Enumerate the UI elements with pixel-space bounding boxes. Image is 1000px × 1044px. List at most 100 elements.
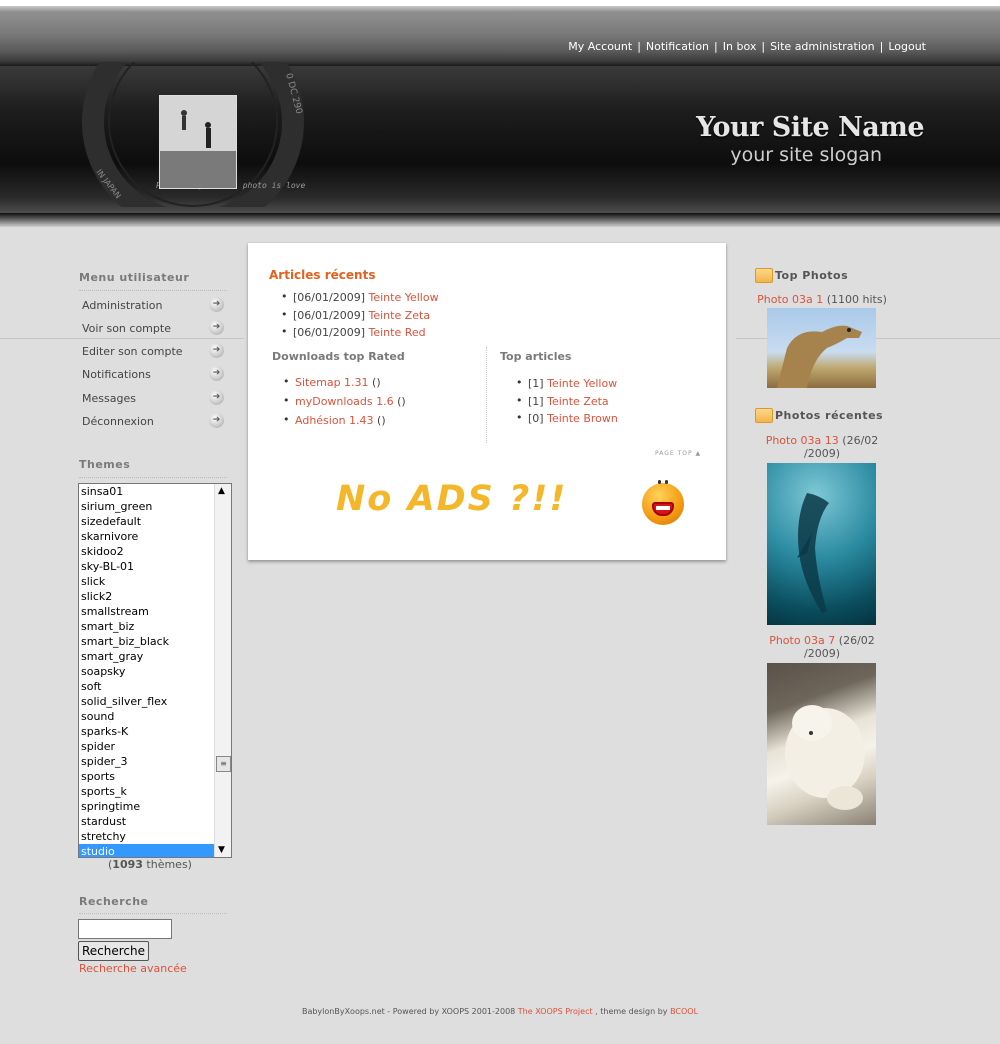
recent-articles-list: [06/01/2009] Teinte Yellow [06/01/2009] … xyxy=(279,290,439,344)
scroll-up-arrow-icon[interactable]: ▲ xyxy=(218,486,225,496)
user-menu-rule xyxy=(79,290,227,291)
theme-option[interactable]: sports xyxy=(79,769,215,784)
top-nav: My Account | Notification | In box | Site admi… xyxy=(568,40,926,53)
nav-separator: | xyxy=(714,40,718,53)
circle-arrow-icon: ➔ xyxy=(209,413,224,428)
advanced-search-link[interactable]: Recherche avancée xyxy=(79,962,187,975)
downloads-list: Sitemap 1.31 () myDownloads 1.6 () Adhés… xyxy=(281,375,406,433)
list-item: [1] Teinte Yellow xyxy=(514,376,618,395)
nav-site-administration[interactable]: Site administration xyxy=(770,40,875,53)
top-bar: My Account | Notification | In box | Site admi… xyxy=(0,6,1000,66)
theme-option[interactable]: sizedefault xyxy=(79,514,215,529)
footer-designer-link[interactable]: BCOOL xyxy=(670,1007,698,1016)
menu-item-messages[interactable]: Messages ➔ xyxy=(82,389,228,409)
theme-count-number: 1093 xyxy=(112,858,143,871)
theme-option[interactable]: soapsky xyxy=(79,664,215,679)
theme-option[interactable]: sinsa01 xyxy=(79,484,215,499)
menu-item-voir-compte[interactable]: Voir son compte ➔ xyxy=(82,319,228,339)
article-date: [06/01/2009] xyxy=(293,326,365,339)
themes-title: Themes xyxy=(79,458,131,471)
article-link[interactable]: Teinte Yellow xyxy=(547,377,617,390)
download-link[interactable]: Sitemap 1.31 xyxy=(295,376,369,389)
themes-rule xyxy=(79,477,227,478)
polar-bear-photo-thumbnail[interactable] xyxy=(767,663,876,825)
scroll-thumb[interactable]: ≡ xyxy=(216,756,231,772)
article-link[interactable]: Teinte Yellow xyxy=(368,291,438,304)
theme-option[interactable]: soft xyxy=(79,679,215,694)
search-input[interactable] xyxy=(78,919,172,939)
site-footer: BabylonByXoops.net - Powered by XOOPS 20… xyxy=(0,1007,1000,1016)
shocked-smiley-icon xyxy=(642,480,684,525)
theme-option[interactable]: slick2 xyxy=(79,589,215,604)
nav-inbox[interactable]: In box xyxy=(723,40,757,53)
theme-option[interactable]: stretchy xyxy=(79,829,215,844)
nav-logout[interactable]: Logout xyxy=(888,40,926,53)
theme-option[interactable]: stardust xyxy=(79,814,215,829)
dolphin-photo-thumbnail[interactable] xyxy=(767,463,876,625)
download-link[interactable]: Adhésion 1.43 xyxy=(295,414,374,427)
page-top-label: PAGE TOP xyxy=(655,450,693,457)
no-ads-banner-text: No ADS ?!! xyxy=(336,479,568,519)
theme-option[interactable]: sports_k xyxy=(79,784,215,799)
menu-item-administration[interactable]: Administration ➔ xyxy=(82,296,228,316)
theme-option[interactable]: smallstream xyxy=(79,604,215,619)
user-menu-title: Menu utilisateur xyxy=(79,271,190,284)
theme-option[interactable]: smart_biz_black xyxy=(79,634,215,649)
menu-item-deconnexion[interactable]: Déconnexion ➔ xyxy=(82,412,228,432)
list-item: [06/01/2009] Teinte Red xyxy=(279,325,439,344)
nav-separator: | xyxy=(761,40,766,53)
nav-my-account[interactable]: My Account xyxy=(568,40,632,53)
scroll-down-arrow-icon[interactable]: ▼ xyxy=(218,845,225,855)
theme-option[interactable]: smart_gray xyxy=(79,649,215,664)
themes-scrollbar[interactable]: ▲ ≡ ▼ xyxy=(214,484,231,857)
theme-option[interactable]: springtime xyxy=(79,799,215,814)
menu-item-notifications[interactable]: Notifications ➔ xyxy=(82,365,228,385)
theme-option[interactable]: spider xyxy=(79,739,215,754)
site-name[interactable]: Your Site Name xyxy=(696,112,924,143)
list-item: Adhésion 1.43 () xyxy=(281,413,406,433)
recent-articles-title: Articles récents xyxy=(269,268,376,282)
theme-option[interactable]: sound xyxy=(79,709,215,724)
theme-option[interactable]: sparks-K xyxy=(79,724,215,739)
recent-photo-date: (26/02 xyxy=(835,634,875,647)
recent-photo-date: (26/02 xyxy=(838,434,879,447)
list-item: [06/01/2009] Teinte Yellow xyxy=(279,290,439,309)
themes-select-list[interactable]: sinsa01 sirium_green sizedefault skarnivore… xyxy=(78,483,232,858)
smiley-teeth xyxy=(656,506,670,510)
menu-item-editer-compte[interactable]: Editer son compte ➔ xyxy=(82,342,228,362)
theme-option[interactable]: smart_biz xyxy=(79,619,215,634)
downloads-title: Downloads top Rated xyxy=(272,350,405,363)
theme-option[interactable]: spider_3 xyxy=(79,754,215,769)
theme-option[interactable]: studio xyxy=(79,844,215,857)
footer-xoops-link[interactable]: The XOOPS Project xyxy=(518,1007,593,1016)
article-link[interactable]: Teinte Zeta xyxy=(368,309,430,322)
page-top-link[interactable]: PAGE TOP ▲ xyxy=(655,450,701,457)
camel-photo-thumbnail[interactable] xyxy=(767,308,876,388)
article-link[interactable]: Teinte Red xyxy=(368,326,425,339)
top-photo-link[interactable]: Photo 03a 1 xyxy=(757,293,823,306)
theme-option[interactable]: solid_silver_flex xyxy=(79,694,215,709)
theme-option[interactable]: sky-BL-01 xyxy=(79,559,215,574)
article-link[interactable]: Teinte Zeta xyxy=(547,395,609,408)
download-suffix: () xyxy=(373,414,386,427)
download-link[interactable]: myDownloads 1.6 xyxy=(295,395,394,408)
theme-option[interactable]: slick xyxy=(79,574,215,589)
nav-notification[interactable]: Notification xyxy=(646,40,709,53)
search-rule xyxy=(79,913,227,914)
recent-photo-link[interactable]: Photo 03a 7 xyxy=(769,634,835,647)
folder-icon xyxy=(755,408,773,423)
up-arrow-icon: ▲ xyxy=(695,450,702,457)
theme-option[interactable]: sirium_green xyxy=(79,499,215,514)
search-button[interactable]: Recherche xyxy=(78,941,149,961)
top-articles-list: [1] Teinte Yellow [1] Teinte Zeta [0] Te… xyxy=(514,376,618,430)
theme-option[interactable]: skarnivore xyxy=(79,529,215,544)
article-link[interactable]: Teinte Brown xyxy=(547,412,618,425)
theme-count: (1093 thèmes) xyxy=(108,858,192,871)
list-item: Sitemap 1.31 () xyxy=(281,375,406,395)
circle-arrow-icon: ➔ xyxy=(209,366,224,381)
site-slogan: your site slogan xyxy=(730,144,882,166)
recent-photo-date: /2009) xyxy=(804,447,840,460)
theme-option[interactable]: skidoo2 xyxy=(79,544,215,559)
recent-photo-link[interactable]: Photo 03a 13 xyxy=(766,434,839,447)
menu-item-label: Déconnexion xyxy=(82,415,154,428)
